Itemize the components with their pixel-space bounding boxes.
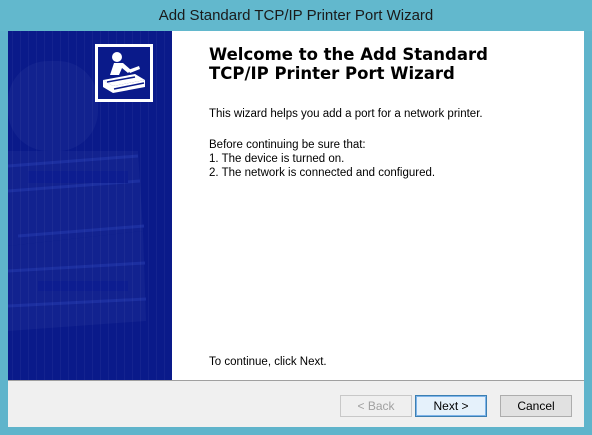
checklist-item-1: 1. The device is turned on. (209, 153, 345, 165)
button-separator (8, 380, 584, 381)
back-button[interactable]: < Back (340, 395, 412, 417)
title-bar[interactable]: Add Standard TCP/IP Printer Port Wizard (0, 0, 592, 31)
wizard-window: Add Standard TCP/IP Printer Port Wizard (0, 0, 592, 435)
heading-line-1: Welcome to the Add Standard (209, 45, 488, 64)
before-text: Before continuing be sure that: (209, 139, 366, 151)
wizard-side-panel (8, 31, 172, 380)
wizard-heading: Welcome to the Add Standard TCP/IP Print… (209, 45, 569, 83)
cancel-button[interactable]: Cancel (500, 395, 572, 417)
continue-text: To continue, click Next. (209, 356, 327, 368)
wizard-client-area: Welcome to the Add Standard TCP/IP Print… (8, 31, 584, 427)
heading-line-2: TCP/IP Printer Port Wizard (209, 64, 455, 83)
checklist-item-2: 2. The network is connected and configur… (209, 167, 436, 179)
intro-text: This wizard helps you add a port for a n… (209, 108, 483, 120)
next-button[interactable]: Next > (415, 395, 487, 417)
window-title: Add Standard TCP/IP Printer Port Wizard (158, 7, 434, 24)
printer-wizard-icon (95, 44, 153, 102)
wizard-content: Welcome to the Add Standard TCP/IP Print… (172, 31, 584, 380)
